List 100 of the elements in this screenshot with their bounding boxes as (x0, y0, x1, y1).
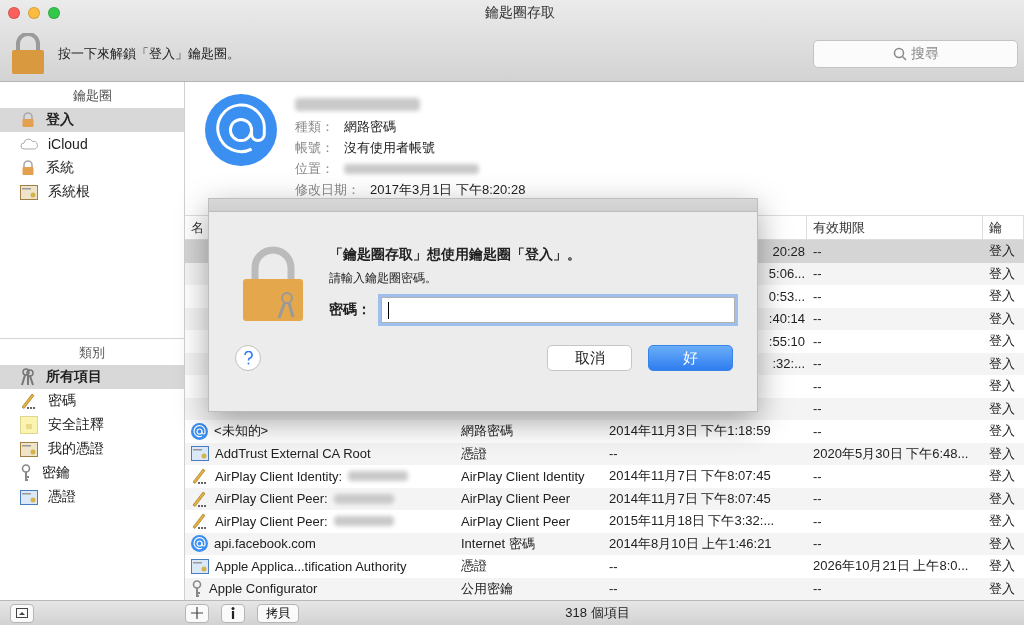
table-cell: 2014年11月3日 下午1:18:59 (609, 422, 771, 441)
help-button[interactable] (235, 345, 261, 371)
certificate-icon (20, 184, 38, 200)
table-cell: Internet 密碼 (461, 534, 535, 553)
sidebar-item[interactable]: iCloud (0, 132, 184, 156)
sidebar-item[interactable]: 所有項目 (0, 365, 184, 389)
table-cell: 登入 (989, 354, 1015, 373)
sidebar-item[interactable]: 系統 (0, 156, 184, 180)
table-cell: 2026年10月21日 上午8:0... (813, 557, 969, 576)
search-field[interactable]: 搜尋 (813, 39, 1018, 68)
field-value: 2017年3月1日 下午8:20:28 (370, 181, 526, 199)
key-icon (191, 579, 203, 598)
table-row[interactable]: api.facebook.com Internet 密碼 2014年8月10日 上午1:46:21 -- 登入 (185, 532, 1024, 555)
table-cell: 登入 (989, 557, 1015, 576)
certificate-icon (191, 446, 209, 462)
table-cell: 登入 (989, 332, 1015, 351)
table-cell: 登入 (989, 399, 1015, 418)
at-sign-icon (191, 422, 208, 440)
column-header[interactable]: 鑰 (989, 218, 1002, 237)
keys-icon (20, 368, 36, 386)
sidebar-item[interactable]: 安全註釋 (0, 413, 184, 437)
padlock-icon (20, 112, 36, 128)
table-cell: 2015年11月18日 下午3:32:... (609, 512, 775, 531)
table-cell: -- (813, 243, 822, 259)
sidebar-item[interactable]: 登入 (0, 108, 184, 132)
sidebar-item[interactable]: 憑證 (0, 485, 184, 509)
certificate-icon (20, 441, 38, 457)
table-cell: :32:... (772, 356, 805, 372)
table-cell: 5:06... (768, 266, 805, 282)
field-label: 位置： (295, 160, 334, 178)
table-cell: -- (813, 513, 822, 529)
sidebar-item[interactable]: 系統根 (0, 180, 184, 204)
table-cell: -- (813, 423, 822, 439)
table-cell: 登入 (989, 489, 1015, 508)
table-cell: AirPlay Client Peer: (215, 491, 328, 507)
table-row[interactable]: AirPlay Client Peer: AirPlay Client Peer 2014年11月7日 下午8:07:45 -- 登入 (185, 487, 1024, 510)
table-cell: -- (813, 333, 822, 349)
field-label: 修改日期： (295, 181, 360, 199)
close-button[interactable] (8, 7, 20, 19)
sidebar-item[interactable]: 密碼 (0, 389, 184, 413)
padlock-with-keys-icon (241, 246, 305, 322)
add-button[interactable] (185, 603, 209, 623)
dialog-message: 請輸入鑰匙圈密碼。 (329, 270, 438, 287)
table-cell: 登入 (989, 309, 1015, 328)
table-cell: AirPlay Client Peer (461, 491, 571, 507)
table-cell: 2020年5月30日 下午6:48... (813, 444, 969, 463)
field-value: 網路密碼 (344, 118, 396, 136)
table-cell: AirPlay Client Peer: (215, 513, 328, 529)
info-button[interactable] (221, 603, 245, 623)
cancel-button[interactable]: 取消 (547, 345, 632, 371)
minimize-button[interactable] (28, 7, 40, 19)
table-cell: 憑證 (461, 444, 487, 463)
table-row[interactable]: Apple Configurator 公用密鑰 -- -- 登入 (185, 577, 1024, 600)
sidebar-toggle-button[interactable] (10, 603, 34, 623)
table-cell: 公用密鑰 (461, 579, 513, 598)
at-sign-icon (205, 94, 277, 166)
section-heading: 類別 (78, 344, 106, 362)
pencil-icon (191, 512, 209, 531)
table-cell: -- (609, 446, 618, 462)
section-heading: 鑰匙圈 (71, 87, 113, 105)
table-cell: -- (609, 558, 618, 574)
table-cell: 2014年11月7日 下午8:07:45 (609, 489, 771, 508)
column-header[interactable]: 名 (191, 218, 204, 237)
table-cell: AirPlay Client Identity (461, 468, 585, 484)
table-cell: -- (813, 266, 822, 282)
pencil-icon (20, 392, 38, 410)
at-sign-icon (191, 535, 208, 553)
table-cell: 2014年11月7日 下午8:07:45 (609, 467, 771, 486)
pencil-icon (191, 489, 209, 508)
copy-button[interactable]: 拷貝 (257, 603, 299, 623)
table-cell: Apple Applica...tification Authority (215, 558, 407, 574)
dialog-title: 「鑰匙圈存取」想使用鑰匙圈「登入」。 (329, 246, 582, 264)
sidebar-item[interactable]: 我的憑證 (0, 437, 184, 461)
table-row[interactable]: AddTrust External CA Root 憑證 -- 2020年5月30日 下午6:48... 登入 (185, 442, 1024, 465)
table-cell: 登入 (989, 287, 1015, 306)
field-label: 種類： (295, 118, 334, 136)
note-icon (20, 416, 38, 434)
table-cell: -- (813, 491, 822, 507)
table-cell: Apple Configurator (209, 581, 318, 597)
table-cell: :40:14 (768, 311, 805, 327)
zoom-button[interactable] (48, 7, 60, 19)
pencil-icon (191, 467, 209, 486)
table-cell: AddTrust External CA Root (215, 446, 371, 462)
search-icon (892, 46, 907, 61)
table-cell: -- (813, 288, 822, 304)
column-header[interactable]: 有效期限 (813, 218, 865, 237)
sidebar-toggle-icon (16, 608, 28, 618)
table-cell: -- (609, 581, 618, 597)
table-cell: AirPlay Client Identity: (215, 468, 343, 484)
password-field[interactable] (381, 297, 735, 323)
table-cell: 登入 (989, 422, 1015, 441)
item-count: 318 個項目 (565, 604, 630, 622)
table-cell: -- (813, 378, 822, 394)
certificate-icon (191, 558, 209, 574)
sidebar-item[interactable]: 密鑰 (0, 461, 184, 485)
table-cell: 0:53... (768, 288, 805, 304)
cloud-icon (20, 138, 38, 150)
table-cell: -- (813, 536, 822, 552)
unlock-hint: 按一下來解鎖「登入」鑰匙圈。 (58, 44, 241, 63)
table-cell: :55:10 (768, 333, 805, 349)
